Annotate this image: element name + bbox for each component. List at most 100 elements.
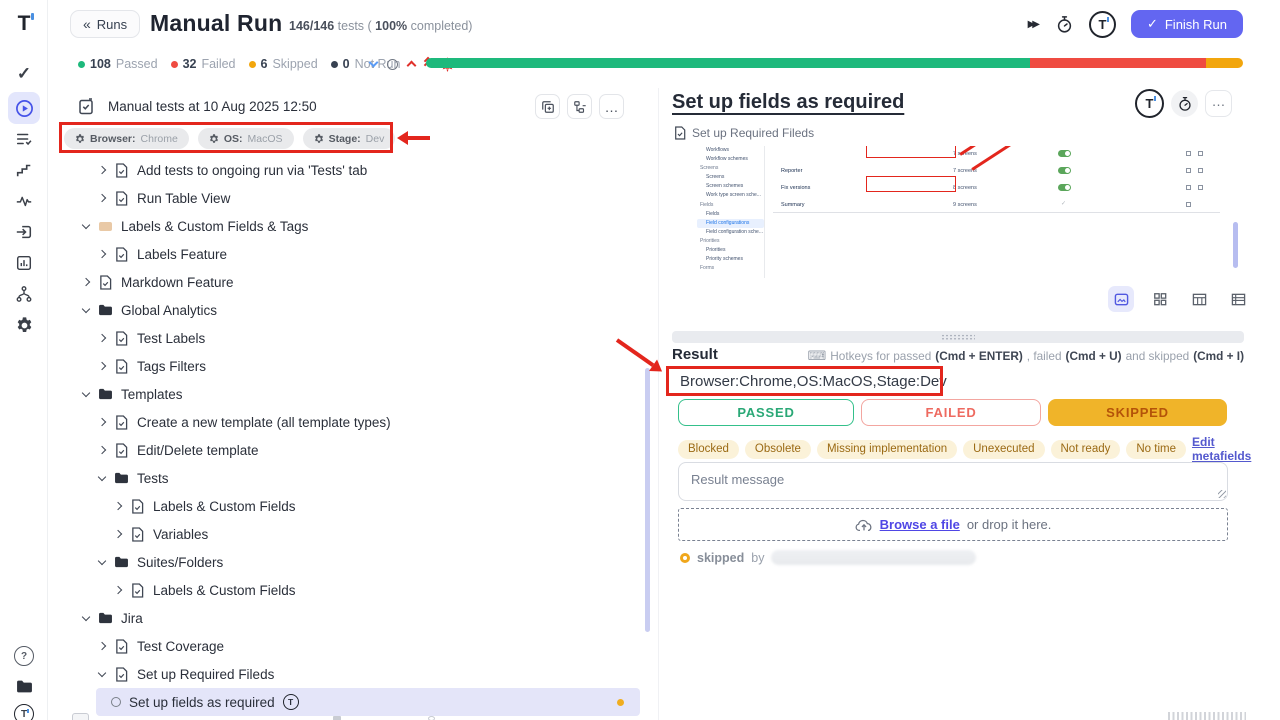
screenshot-sidebar-item: Workflows [697, 146, 764, 155]
sidebar-item-settings[interactable] [8, 309, 40, 341]
chevron-icon[interactable] [78, 392, 94, 396]
status-count: 108 [90, 57, 111, 71]
chevron-icon[interactable] [94, 167, 110, 173]
sidebar-item-pulse[interactable] [8, 185, 40, 217]
tree-row[interactable]: Edit/Delete template T [48, 436, 640, 464]
app-logo-icon[interactable]: T [0, 12, 48, 36]
screenshot-field-row: Reporter 7 screens [773, 163, 1220, 180]
tree-row[interactable]: Add tests to ongoing run via 'Tests' tab… [48, 156, 640, 184]
assignee-avatar[interactable]: T [1089, 11, 1116, 38]
tree-row[interactable]: Tests T [48, 464, 640, 492]
finish-run-button[interactable]: ✓ Finish Run [1131, 10, 1243, 38]
run-stats-bar: 108 Passed 32 Failed 6 Skipped 0 [48, 54, 1280, 78]
sidebar-item-runs[interactable] [8, 92, 40, 124]
metafield-pill[interactable]: Blocked [678, 440, 739, 459]
sidebar-item-milestones[interactable] [8, 154, 40, 186]
attachment-screenshot[interactable]: Workflows Workflow schemes Screens Scree… [672, 146, 1230, 286]
duplicate-run-button[interactable] [535, 94, 560, 119]
tree-row[interactable]: Create a new template (all template type… [48, 408, 640, 436]
tree-scrollbar[interactable] [645, 368, 650, 632]
chevron-icon[interactable] [94, 335, 110, 341]
sidebar-item-branches[interactable] [8, 278, 40, 310]
chevron-icon[interactable] [110, 503, 126, 509]
view-image-button[interactable] [1108, 286, 1134, 312]
tree-row[interactable]: Labels & Custom Fields & Tags T [48, 212, 640, 240]
status-button[interactable]: SKIPPED [1048, 399, 1227, 426]
view-list-button[interactable] [1225, 286, 1251, 312]
detail-scrollbar[interactable] [1233, 222, 1238, 268]
checklist-icon [15, 130, 33, 148]
browse-file-link[interactable]: Browse a file [880, 517, 960, 532]
tree-row[interactable]: Labels & Custom Fields T [48, 492, 640, 520]
test-title[interactable]: Set up fields as required [672, 91, 904, 114]
keyboard-icon: ⌨ [808, 348, 827, 364]
tree-row[interactable]: Labels Feature T [48, 240, 640, 268]
previous-status: skipped [697, 551, 744, 565]
result-message-input[interactable] [678, 462, 1228, 501]
folder-icon [94, 388, 116, 400]
chevron-up-icon[interactable] [407, 61, 417, 71]
collapse-all-icon[interactable] [369, 58, 379, 68]
tree-view-button[interactable] [567, 94, 592, 119]
chevron-icon[interactable] [110, 531, 126, 537]
account-button[interactable]: T [8, 698, 40, 720]
tree-row[interactable]: Suites/Folders T [48, 548, 640, 576]
view-table-button[interactable] [1186, 286, 1212, 312]
tree-row[interactable]: Templates T [48, 380, 640, 408]
timer-button[interactable] [1171, 90, 1198, 117]
finish-run-label: Finish Run [1165, 17, 1227, 32]
metafield-pill[interactable]: Not ready [1051, 440, 1121, 459]
chevron-icon[interactable] [94, 643, 110, 649]
metafield-pill[interactable]: Obsolete [745, 440, 811, 459]
tree-row[interactable]: Jira T [48, 604, 640, 632]
panel-divider [658, 88, 659, 720]
metafield-pill[interactable]: Unexecuted [963, 440, 1044, 459]
tree-row[interactable]: Tags Filters T [48, 352, 640, 380]
timer-icon[interactable] [1055, 15, 1074, 34]
edit-metafields-link[interactable]: Edit metafields [1192, 435, 1251, 463]
metafield-pill[interactable]: Missing implementation [817, 440, 957, 459]
chevron-icon[interactable] [78, 616, 94, 620]
tree-row[interactable]: Set up Required Fileds T [48, 660, 640, 688]
chevron-icon[interactable] [94, 251, 110, 257]
chevron-icon[interactable] [78, 224, 94, 228]
tree-row[interactable]: Test Labels T [48, 324, 640, 352]
metafield-pill[interactable]: No time [1126, 440, 1186, 459]
circle-filter-icon[interactable] [387, 59, 398, 70]
chevron-icon[interactable] [110, 587, 126, 593]
tree-row[interactable]: Labels & Custom Fields T [48, 576, 640, 604]
tree-row[interactable]: Markdown Feature T [48, 268, 640, 296]
header: « Runs Manual Run 146/146 tests ( 100% c… [48, 0, 1280, 50]
status-button[interactable]: PASSED [678, 399, 854, 426]
reporter-avatar[interactable]: T [1135, 89, 1164, 118]
chevron-icon[interactable] [94, 476, 110, 480]
chevron-icon[interactable] [94, 195, 110, 201]
result-resize-handle[interactable] [672, 331, 1244, 343]
sidebar-item-reports[interactable] [8, 247, 40, 279]
back-to-runs-button[interactable]: « Runs [70, 10, 140, 38]
tree-row[interactable]: Test Coverage T [48, 632, 640, 660]
sidebar-item-tests[interactable]: ✓ [8, 58, 40, 90]
chevron-icon[interactable] [78, 308, 94, 312]
chevron-icon[interactable] [94, 560, 110, 564]
chevron-icon[interactable] [94, 363, 110, 369]
chevron-icon[interactable] [94, 672, 110, 676]
sidebar-item-plans[interactable] [8, 123, 40, 155]
tree-row[interactable]: Global Analytics T [48, 296, 640, 324]
status-button[interactable]: FAILED [861, 399, 1041, 426]
chevron-icon[interactable] [94, 447, 110, 453]
test-more-button[interactable]: … [1205, 90, 1232, 117]
more-options-button[interactable]: … [599, 94, 624, 119]
suite-breadcrumb[interactable]: Set up Required Fileds [692, 126, 814, 140]
file-dropzone[interactable]: Browse a file or drop it here. [678, 508, 1228, 541]
sidebar-item-import[interactable] [8, 216, 40, 248]
view-grid-button[interactable] [1147, 286, 1173, 312]
tree-row[interactable]: Set up fields as required T [96, 688, 640, 716]
fast-forward-icon[interactable]: ▶▶ [1028, 19, 1040, 30]
tree-row[interactable]: Variables T [48, 520, 640, 548]
chevron-icon[interactable] [78, 279, 94, 285]
chevron-icon[interactable] [94, 419, 110, 425]
tree-row[interactable]: Run Table View T [48, 184, 640, 212]
help-button[interactable]: ? [8, 640, 40, 672]
annotation-box [866, 176, 956, 192]
